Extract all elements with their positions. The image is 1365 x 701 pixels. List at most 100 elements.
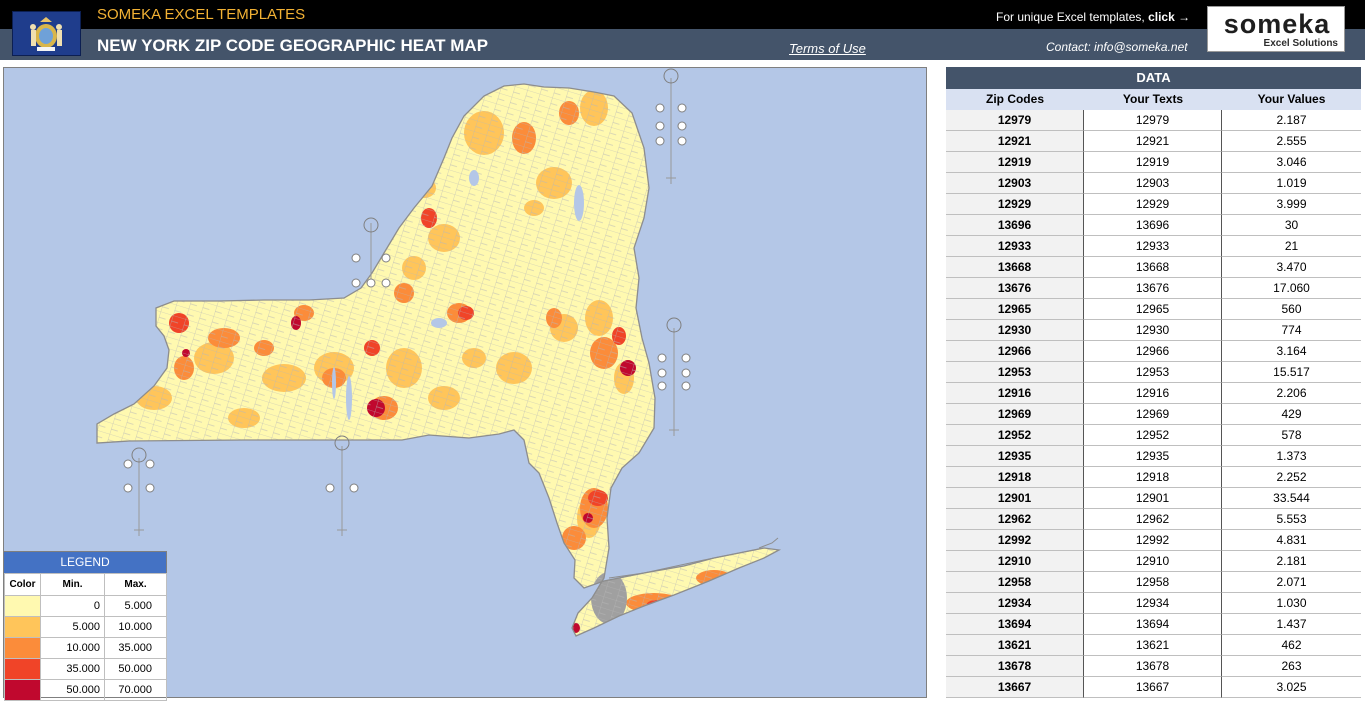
table-row[interactable]: 12919 12919 3.046 — [946, 152, 1361, 173]
text-cell[interactable]: 12903 — [1084, 173, 1222, 194]
value-cell[interactable]: 3.164 — [1222, 341, 1361, 362]
table-row[interactable]: 13668 13668 3.470 — [946, 257, 1361, 278]
table-row[interactable]: 12935 12935 1.373 — [946, 446, 1361, 467]
value-cell[interactable]: 1.373 — [1222, 446, 1361, 467]
table-row[interactable]: 12934 12934 1.030 — [946, 593, 1361, 614]
value-cell[interactable]: 5.553 — [1222, 509, 1361, 530]
table-row[interactable]: 12979 12979 2.187 — [946, 110, 1361, 131]
zip-code-cell[interactable]: 12929 — [946, 194, 1084, 215]
zip-code-cell[interactable]: 12933 — [946, 236, 1084, 257]
text-cell[interactable]: 12979 — [1084, 110, 1222, 131]
value-cell[interactable]: 3.046 — [1222, 152, 1361, 173]
zip-code-cell[interactable]: 12921 — [946, 131, 1084, 152]
zip-code-cell[interactable]: 13621 — [946, 635, 1084, 656]
table-row[interactable]: 12929 12929 3.999 — [946, 194, 1361, 215]
table-row[interactable]: 13694 13694 1.437 — [946, 614, 1361, 635]
value-cell[interactable]: 1.437 — [1222, 614, 1361, 635]
text-cell[interactable]: 12930 — [1084, 320, 1222, 341]
text-cell[interactable]: 12935 — [1084, 446, 1222, 467]
value-cell[interactable]: 1.019 — [1222, 173, 1361, 194]
zip-code-cell[interactable]: 12962 — [946, 509, 1084, 530]
value-cell[interactable]: 3.470 — [1222, 257, 1361, 278]
table-row[interactable]: 13621 13621 462 — [946, 635, 1361, 656]
text-cell[interactable]: 12958 — [1084, 572, 1222, 593]
table-row[interactable]: 13667 13667 3.025 — [946, 677, 1361, 698]
text-cell[interactable]: 12929 — [1084, 194, 1222, 215]
zip-code-cell[interactable]: 13696 — [946, 215, 1084, 236]
value-cell[interactable]: 17.060 — [1222, 278, 1361, 299]
text-cell[interactable]: 12919 — [1084, 152, 1222, 173]
text-cell[interactable]: 12933 — [1084, 236, 1222, 257]
table-row[interactable]: 12930 12930 774 — [946, 320, 1361, 341]
text-cell[interactable]: 13694 — [1084, 614, 1222, 635]
text-cell[interactable]: 13678 — [1084, 656, 1222, 677]
value-cell[interactable]: 2.181 — [1222, 551, 1361, 572]
value-cell[interactable]: 2.187 — [1222, 110, 1361, 131]
text-cell[interactable]: 13668 — [1084, 257, 1222, 278]
zip-code-cell[interactable]: 12910 — [946, 551, 1084, 572]
table-row[interactable]: 13676 13676 17.060 — [946, 278, 1361, 299]
table-row[interactable]: 12969 12969 429 — [946, 404, 1361, 425]
zip-code-cell[interactable]: 13694 — [946, 614, 1084, 635]
table-row[interactable]: 12903 12903 1.019 — [946, 173, 1361, 194]
zip-code-cell[interactable]: 12965 — [946, 299, 1084, 320]
zip-code-cell[interactable]: 12934 — [946, 593, 1084, 614]
value-cell[interactable]: 263 — [1222, 656, 1361, 677]
value-cell[interactable]: 30 — [1222, 215, 1361, 236]
text-cell[interactable]: 12992 — [1084, 530, 1222, 551]
zip-code-cell[interactable]: 12918 — [946, 467, 1084, 488]
text-cell[interactable]: 12916 — [1084, 383, 1222, 404]
zip-code-cell[interactable]: 12935 — [946, 446, 1084, 467]
value-cell[interactable]: 2.252 — [1222, 467, 1361, 488]
value-cell[interactable]: 578 — [1222, 425, 1361, 446]
terms-of-use-link[interactable]: Terms of Use — [789, 41, 866, 56]
text-cell[interactable]: 12966 — [1084, 341, 1222, 362]
table-row[interactable]: 12901 12901 33.544 — [946, 488, 1361, 509]
promo-text[interactable]: For unique Excel templates, click → — [996, 10, 1190, 24]
table-row[interactable]: 12966 12966 3.164 — [946, 341, 1361, 362]
zip-code-cell[interactable]: 12969 — [946, 404, 1084, 425]
zip-code-cell[interactable]: 12916 — [946, 383, 1084, 404]
zip-code-cell[interactable]: 13667 — [946, 677, 1084, 698]
someka-logo[interactable]: someka Excel Solutions — [1207, 6, 1345, 52]
zip-code-cell[interactable]: 13676 — [946, 278, 1084, 299]
text-cell[interactable]: 12969 — [1084, 404, 1222, 425]
text-cell[interactable]: 12934 — [1084, 593, 1222, 614]
value-cell[interactable]: 774 — [1222, 320, 1361, 341]
zip-code-cell[interactable]: 13678 — [946, 656, 1084, 677]
value-cell[interactable]: 2.071 — [1222, 572, 1361, 593]
text-cell[interactable]: 12910 — [1084, 551, 1222, 572]
zip-code-cell[interactable]: 12952 — [946, 425, 1084, 446]
zip-code-cell[interactable]: 12966 — [946, 341, 1084, 362]
zip-code-cell[interactable]: 12958 — [946, 572, 1084, 593]
value-cell[interactable]: 3.999 — [1222, 194, 1361, 215]
text-cell[interactable]: 13621 — [1084, 635, 1222, 656]
table-row[interactable]: 12916 12916 2.206 — [946, 383, 1361, 404]
table-row[interactable]: 13696 13696 30 — [946, 215, 1361, 236]
promo-click-link[interactable]: click → — [1148, 10, 1190, 24]
text-cell[interactable]: 12965 — [1084, 299, 1222, 320]
text-cell[interactable]: 12962 — [1084, 509, 1222, 530]
zip-code-cell[interactable]: 12901 — [946, 488, 1084, 509]
zip-code-cell[interactable]: 13668 — [946, 257, 1084, 278]
zip-code-cell[interactable]: 12953 — [946, 362, 1084, 383]
value-cell[interactable]: 560 — [1222, 299, 1361, 320]
zip-code-cell[interactable]: 12992 — [946, 530, 1084, 551]
table-row[interactable]: 12953 12953 15.517 — [946, 362, 1361, 383]
table-row[interactable]: 12992 12992 4.831 — [946, 530, 1361, 551]
table-row[interactable]: 13678 13678 263 — [946, 656, 1361, 677]
value-cell[interactable]: 2.555 — [1222, 131, 1361, 152]
zip-code-cell[interactable]: 12979 — [946, 110, 1084, 131]
table-row[interactable]: 12921 12921 2.555 — [946, 131, 1361, 152]
text-cell[interactable]: 12921 — [1084, 131, 1222, 152]
value-cell[interactable]: 2.206 — [1222, 383, 1361, 404]
text-cell[interactable]: 13676 — [1084, 278, 1222, 299]
text-cell[interactable]: 13696 — [1084, 215, 1222, 236]
value-cell[interactable]: 3.025 — [1222, 677, 1361, 698]
value-cell[interactable]: 33.544 — [1222, 488, 1361, 509]
zip-code-cell[interactable]: 12919 — [946, 152, 1084, 173]
zip-code-cell[interactable]: 12930 — [946, 320, 1084, 341]
table-row[interactable]: 12962 12962 5.553 — [946, 509, 1361, 530]
table-row[interactable]: 12918 12918 2.252 — [946, 467, 1361, 488]
value-cell[interactable]: 4.831 — [1222, 530, 1361, 551]
